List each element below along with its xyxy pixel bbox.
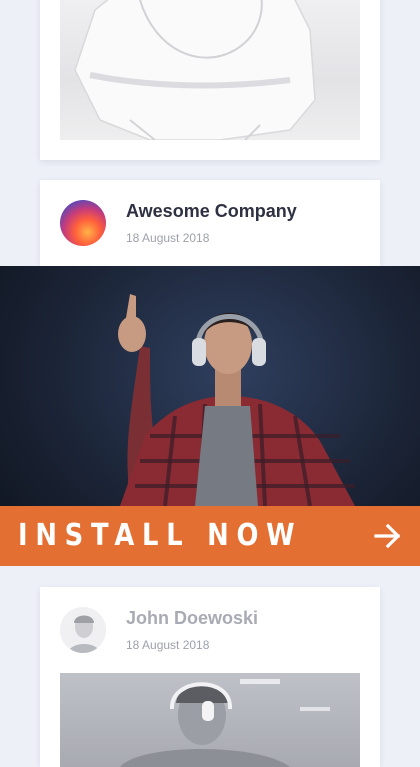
feed-card-john-doewoski: John Doewoski 18 August 2018: [40, 587, 380, 767]
post-author-name[interactable]: John Doewoski: [126, 608, 258, 629]
post-date: 18 August 2018: [126, 638, 210, 652]
post-date: 18 August 2018: [126, 231, 210, 245]
feed-card-awesome-company: Awesome Company 18 August 2018: [40, 180, 380, 266]
company-avatar[interactable]: [60, 200, 106, 246]
install-now-button[interactable]: INSTALL NOW: [0, 506, 420, 566]
user-avatar[interactable]: [60, 607, 106, 653]
post-photo-hoodie[interactable]: [60, 0, 360, 140]
install-now-label: INSTALL NOW: [18, 518, 303, 553]
sponsored-ad-banner[interactable]: INSTALL NOW: [0, 266, 420, 566]
hoodie-figure: [74, 0, 316, 140]
post-photo-headphones[interactable]: [60, 673, 360, 767]
feed-card-top: [40, 0, 380, 160]
post-author-name[interactable]: Awesome Company: [126, 201, 297, 222]
user-avatar-image: [60, 607, 106, 653]
headphones-person-figure: [120, 679, 330, 767]
arrow-right-icon: [374, 522, 402, 555]
